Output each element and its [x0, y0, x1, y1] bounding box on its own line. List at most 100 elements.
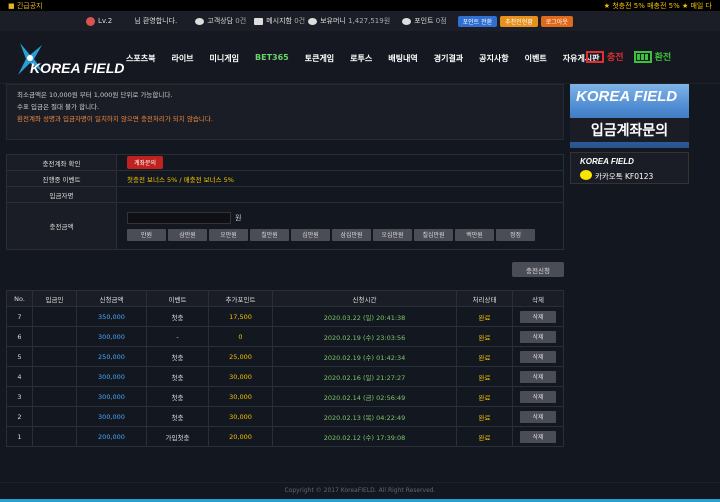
- amount-input[interactable]: [127, 211, 231, 224]
- point-display: 포인트 0점: [402, 16, 447, 26]
- urgent-notice[interactable]: ■ 긴급공지: [8, 1, 43, 11]
- info-line-2: 수표 입금은 절대 불가 합니다.: [17, 103, 100, 111]
- row-event: 가입첫충: [146, 426, 209, 447]
- depositor-row: 입금자명: [7, 187, 563, 203]
- quick-1m-button[interactable]: 백만원: [455, 228, 494, 241]
- charge-history-table: No. 입금인 신청금액 이벤트 추가포인트 신청시간 처리상태 삭제 7 350…: [6, 290, 564, 447]
- amount-unit: 원: [235, 213, 242, 222]
- col-time: 신청시간: [272, 290, 457, 307]
- row-status: 완료: [456, 366, 513, 387]
- row-amount: 300,000: [76, 386, 147, 407]
- delete-button[interactable]: 삭제: [520, 310, 556, 323]
- money-display: 보유머니 1,427,519원: [308, 16, 390, 26]
- nav-item-token[interactable]: 토큰게임: [305, 53, 334, 64]
- nav-item-event[interactable]: 이벤트: [525, 53, 547, 64]
- row-status: 완료: [456, 426, 513, 447]
- message-link[interactable]: 메시지함 0건: [254, 16, 305, 26]
- deposit-inquiry-banner[interactable]: KOREA FIELD 입금계좌문의: [570, 84, 689, 148]
- kakao-banner[interactable]: KOREA FIELD 카카오톡 KF0123: [570, 152, 689, 184]
- row-amount: 300,000: [76, 326, 147, 347]
- delete-button[interactable]: 삭제: [520, 390, 556, 403]
- recommend-button[interactable]: 추천인현황: [500, 15, 538, 27]
- amount-row: 충전금액 원 만원 삼만원 오만원 칠만원 십만원 삼십만원 오십만원 칠십만원…: [7, 203, 563, 249]
- charge-info: 최소금액은 10,000원 부터 1,000원 단위로 가능합니다. 수표 입금…: [6, 84, 564, 140]
- quick-700k-button[interactable]: 칠십만원: [414, 228, 453, 241]
- reset-button[interactable]: 정정: [496, 228, 535, 241]
- row-delete-cell: 삭제: [512, 406, 564, 427]
- table-header-row: No. 입금인 신청금액 이벤트 추가포인트 신청시간 처리상태 삭제: [6, 290, 564, 307]
- row-depositor: [32, 366, 77, 387]
- charge-form: 충전계좌 확인 계좌문의 진행중 이벤트 첫충전 보너스 5% / 매충전 보너…: [6, 154, 564, 250]
- footer: Copyright © 2017 KoreaFIELD. All Right R…: [0, 482, 720, 502]
- row-status: 완료: [456, 306, 513, 327]
- row-status: 완료: [456, 326, 513, 347]
- account-row: 충전계좌 확인 계좌문의: [7, 155, 563, 171]
- delete-button[interactable]: 삭제: [520, 370, 556, 383]
- exchange-battery-icon: [633, 50, 652, 63]
- row-bonus: 20,000: [208, 426, 273, 447]
- account-inquiry-button[interactable]: 계좌문의: [127, 156, 164, 169]
- row-depositor: [32, 426, 77, 447]
- delete-button[interactable]: 삭제: [520, 350, 556, 363]
- nav-item-live[interactable]: 라이브: [171, 53, 193, 64]
- consult-link[interactable]: 고객상담 0건: [195, 16, 246, 26]
- nav-item-minigame[interactable]: 미니게임: [210, 53, 239, 64]
- table-row: 6 300,000-0 2020.02.19 (수) 23:03:56 완료 삭제: [6, 326, 564, 347]
- coin-icon: [308, 17, 318, 25]
- quick-10k-button[interactable]: 만원: [127, 228, 166, 241]
- depositor-label: 입금자명: [7, 187, 117, 202]
- logout-button[interactable]: 로그아웃: [540, 15, 573, 27]
- row-status: 완료: [456, 386, 513, 407]
- table-row: 4 300,000 첫충 30,000 2020.02.16 (일) 21:27:27 완…: [6, 366, 564, 387]
- nav-item-bet-history[interactable]: 배팅내역: [388, 53, 417, 64]
- delete-button[interactable]: 삭제: [520, 330, 556, 343]
- exchange-link[interactable]: 환전: [655, 50, 672, 63]
- row-depositor: [32, 306, 77, 327]
- nav-item-lotus[interactable]: 로투스: [350, 53, 372, 64]
- apply-charge-button[interactable]: 충전신청: [512, 262, 564, 277]
- row-event: 첫충: [146, 366, 209, 387]
- row-time: 2020.02.12 (수) 17:39:08: [272, 426, 457, 447]
- row-delete-cell: 삭제: [512, 386, 564, 407]
- table-row: 5 250,000 첫충 25,000 2020.02.19 (수) 01:42:34 완…: [6, 346, 564, 367]
- level-icon: [86, 16, 95, 26]
- nav-item-results[interactable]: 경기결과: [434, 53, 463, 64]
- col-bonus: 추가포인트: [208, 290, 273, 307]
- row-no: 7: [6, 306, 33, 327]
- quick-300k-button[interactable]: 삼십만원: [332, 228, 371, 241]
- row-bonus: 30,000: [208, 366, 273, 387]
- quick-500k-button[interactable]: 오십만원: [373, 228, 412, 241]
- row-amount: 300,000: [76, 406, 147, 427]
- charge-link[interactable]: 충전: [607, 50, 624, 63]
- delete-button[interactable]: 삭제: [520, 430, 556, 443]
- welcome-text: 님 환영합니다.: [134, 17, 178, 25]
- row-no: 1: [6, 426, 33, 447]
- row-bonus: 30,000: [208, 386, 273, 407]
- quick-30k-button[interactable]: 삼만원: [168, 228, 207, 241]
- quick-50k-button[interactable]: 오만원: [209, 228, 248, 241]
- col-depositor: 입금인: [32, 290, 77, 307]
- point-convert-button[interactable]: 포인트 전환: [457, 15, 498, 27]
- nav-item-sportsbook[interactable]: 스포츠북: [126, 53, 155, 64]
- row-no: 6: [6, 326, 33, 347]
- row-event: 첫충: [146, 386, 209, 407]
- nav-item-bet365[interactable]: BET365: [255, 53, 289, 64]
- row-depositor: [32, 326, 77, 347]
- row-amount: 200,000: [76, 426, 147, 447]
- row-amount: 300,000: [76, 366, 147, 387]
- info-line-3: 환전계좌 성명과 입금자명이 일치하지 않으면 충전처리가 되지 않습니다.: [17, 115, 213, 123]
- row-status: 완료: [456, 406, 513, 427]
- col-amount: 신청금액: [76, 290, 147, 307]
- row-time: 2020.03.22 (일) 20:41:38: [272, 306, 457, 327]
- delete-button[interactable]: 삭제: [520, 410, 556, 423]
- nav-item-notice[interactable]: 공지사항: [479, 53, 508, 64]
- quick-100k-button[interactable]: 십만원: [291, 228, 330, 241]
- quick-70k-button[interactable]: 칠만원: [250, 228, 289, 241]
- row-bonus: 25,000: [208, 346, 273, 367]
- site-logo[interactable]: KOREA FIELD: [16, 41, 124, 79]
- row-depositor: [32, 386, 77, 407]
- row-delete-cell: 삭제: [512, 306, 564, 327]
- kakao-talk-icon: [580, 170, 592, 180]
- charge-battery-icon: [586, 50, 604, 63]
- row-event: -: [146, 326, 209, 347]
